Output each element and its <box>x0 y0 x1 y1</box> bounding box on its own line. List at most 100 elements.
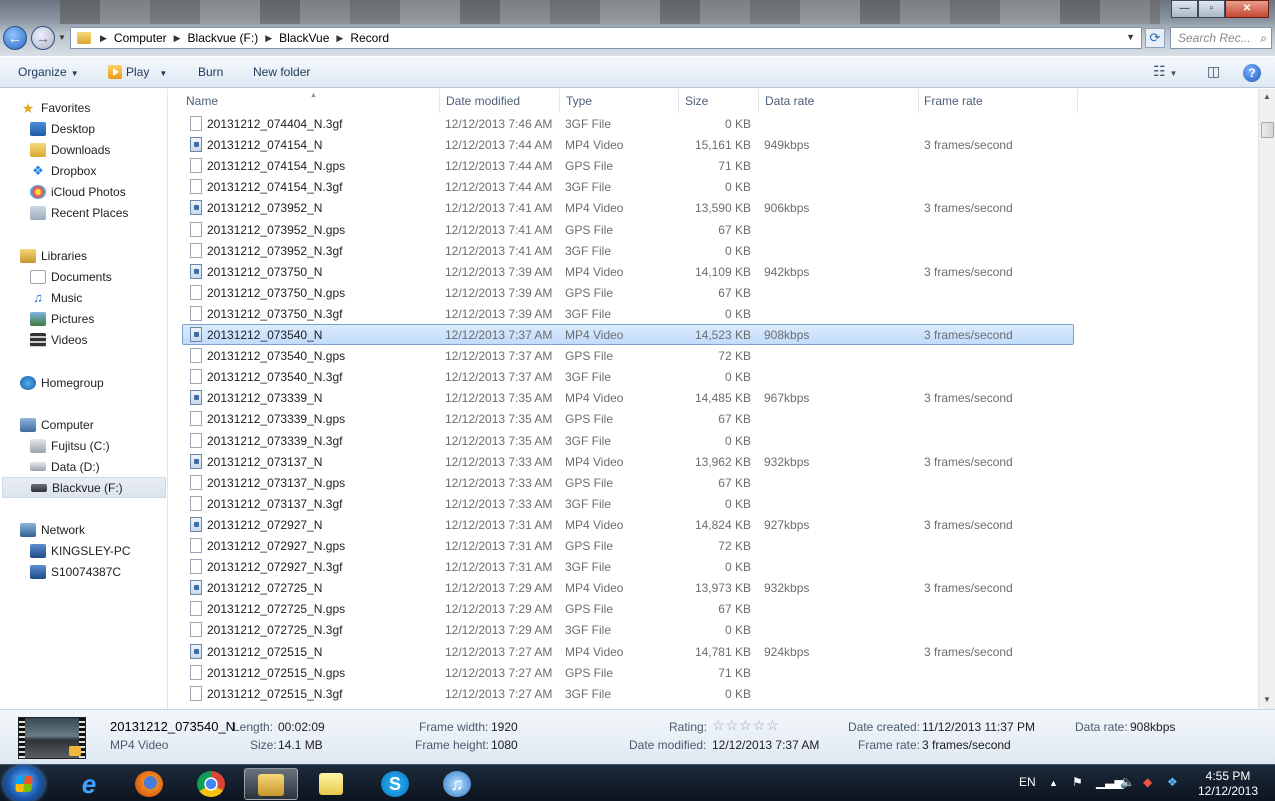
nav-fujitsu-drive[interactable]: Fujitsu (C:) <box>30 435 110 456</box>
nav-dropbox[interactable]: ❖ Dropbox <box>30 160 96 181</box>
column-header-data-rate[interactable]: Data rate <box>765 94 814 112</box>
file-name[interactable]: 20131212_073952_N.3gf <box>207 244 342 258</box>
table-row[interactable]: 20131212_073750_N.3gf 12/12/2013 7:39 AM 3… <box>182 303 1258 324</box>
taskbar-sticky-notes[interactable] <box>306 768 360 800</box>
breadcrumb-blackvue-folder[interactable]: BlackVue <box>275 31 333 45</box>
back-button[interactable]: ← <box>3 26 27 50</box>
table-row[interactable]: 20131212_073952_N.gps 12/12/2013 7:41 AM G… <box>182 219 1258 240</box>
scroll-down-icon[interactable]: ▼ <box>1263 695 1271 704</box>
search-input[interactable]: Search Rec... ⌕ <box>1170 27 1272 49</box>
table-row[interactable]: 20131212_072725_N.3gf 12/12/2013 7:29 AM 3… <box>182 619 1258 640</box>
file-name[interactable]: 20131212_073750_N.gps <box>207 286 345 300</box>
table-row[interactable]: 20131212_072927_N.gps 12/12/2013 7:31 AM G… <box>182 535 1258 556</box>
table-row[interactable]: 20131212_072515_N 12/12/2013 7:27 AM MP4 V… <box>182 641 1258 662</box>
breadcrumb-computer[interactable]: Computer <box>110 31 171 45</box>
file-name[interactable]: 20131212_073339_N <box>207 391 322 405</box>
file-name[interactable]: 20131212_073750_N <box>207 265 322 279</box>
file-name[interactable]: 20131212_073137_N.3gf <box>207 497 342 511</box>
close-button[interactable]: ✕ <box>1225 0 1269 18</box>
scrollbar-thumb[interactable] <box>1261 122 1274 138</box>
file-name[interactable]: 20131212_072725_N.gps <box>207 602 345 616</box>
breadcrumb-record[interactable]: Record <box>346 31 393 45</box>
column-divider[interactable] <box>1077 89 1078 113</box>
table-row[interactable]: 20131212_074154_N.3gf 12/12/2013 7:44 AM 3… <box>182 176 1258 197</box>
new-folder-button[interactable]: New folder <box>253 65 310 79</box>
organize-button[interactable]: Organize ▼ <box>18 65 79 79</box>
nav-icloud-photos[interactable]: iCloud Photos <box>30 181 126 202</box>
table-row[interactable]: 20131212_073339_N 12/12/2013 7:35 AM MP4 V… <box>182 387 1258 408</box>
file-name[interactable]: 20131212_072725_N.3gf <box>207 623 342 637</box>
file-name[interactable]: 20131212_074404_N.3gf <box>207 117 342 131</box>
vertical-scrollbar[interactable]: ▲ ▼ <box>1258 89 1275 709</box>
file-name[interactable]: 20131212_073540_N <box>207 328 322 342</box>
file-name[interactable]: 20131212_072725_N <box>207 581 322 595</box>
table-row[interactable]: 20131212_072725_N.gps 12/12/2013 7:29 AM G… <box>182 598 1258 619</box>
taskbar-internet-explorer[interactable]: e <box>62 768 116 800</box>
show-hidden-icons[interactable]: ▲ <box>1049 778 1058 788</box>
table-row[interactable]: 20131212_072725_N 12/12/2013 7:29 AM MP4 V… <box>182 577 1258 598</box>
nav-pictures[interactable]: Pictures <box>30 308 94 329</box>
taskbar-firefox[interactable] <box>122 768 176 800</box>
language-indicator[interactable]: EN <box>1019 775 1036 789</box>
action-center-flag-icon[interactable]: ⚑ <box>1072 775 1083 789</box>
table-row[interactable]: 20131212_073137_N.3gf 12/12/2013 7:33 AM 3… <box>182 493 1258 514</box>
chevron-down-icon[interactable]: ▼ <box>1126 32 1135 42</box>
column-header-type[interactable]: Type <box>566 94 592 112</box>
file-name[interactable]: 20131212_073137_N <box>207 455 322 469</box>
nav-downloads[interactable]: Downloads <box>30 139 110 160</box>
taskbar-windows-explorer[interactable] <box>244 768 298 800</box>
address-bar[interactable]: ▶ Computer ▶ Blackvue (F:) ▶ BlackVue ▶ … <box>70 27 1142 49</box>
nav-documents[interactable]: Documents <box>30 266 112 287</box>
breadcrumb-blackvue-drive[interactable]: Blackvue (F:) <box>184 31 263 45</box>
column-header-name[interactable]: ▲ Name <box>186 92 436 112</box>
column-header-frame-rate[interactable]: Frame rate <box>924 94 983 112</box>
column-divider[interactable] <box>439 89 440 113</box>
table-row[interactable]: 20131212_073952_N 12/12/2013 7:41 AM MP4 V… <box>182 197 1258 218</box>
file-name[interactable]: 20131212_072515_N.gps <box>207 666 345 680</box>
file-name[interactable]: 20131212_073952_N <box>207 201 322 215</box>
date-created-value[interactable]: 11/12/2013 11:37 PM <box>922 720 1035 734</box>
table-row[interactable]: 20131212_072927_N.3gf 12/12/2013 7:31 AM 3… <box>182 556 1258 577</box>
column-header-date[interactable]: Date modified <box>446 94 520 112</box>
file-name[interactable]: 20131212_073750_N.3gf <box>207 307 342 321</box>
maximize-button[interactable]: ▫ <box>1198 0 1225 18</box>
table-row[interactable]: 20131212_072515_N.3gf 12/12/2013 7:27 AM 3… <box>182 683 1258 704</box>
column-header-size[interactable]: Size <box>685 94 708 112</box>
table-row[interactable]: 20131212_073540_N.3gf 12/12/2013 7:37 AM 3… <box>182 366 1258 387</box>
file-name[interactable]: 20131212_074154_N <box>207 138 322 152</box>
change-view-button[interactable]: ☷ ▼ <box>1153 63 1177 80</box>
table-row[interactable]: 20131212_073339_N.3gf 12/12/2013 7:35 AM 3… <box>182 430 1258 451</box>
nav-computer[interactable]: Computer <box>20 414 94 435</box>
table-row[interactable]: 20131212_073540_N.gps 12/12/2013 7:37 AM G… <box>182 345 1258 366</box>
data-rate-value[interactable]: 908kbps <box>1130 720 1175 734</box>
table-row[interactable]: 20131212_073750_N 12/12/2013 7:39 AM MP4 V… <box>182 261 1258 282</box>
scroll-up-icon[interactable]: ▲ <box>1263 92 1271 101</box>
nav-homegroup[interactable]: Homegroup <box>20 372 104 393</box>
file-name[interactable]: 20131212_072515_N.3gf <box>207 687 342 701</box>
file-name[interactable]: 20131212_073540_N.3gf <box>207 370 342 384</box>
column-divider[interactable] <box>559 89 560 113</box>
chevron-right-icon[interactable]: ▶ <box>333 33 346 44</box>
column-divider[interactable] <box>918 89 919 113</box>
play-button[interactable]: Play ▼ <box>108 65 167 79</box>
nav-s10074387c[interactable]: S10074387C <box>30 561 121 582</box>
volume-icon[interactable]: 🔈 <box>1120 775 1135 789</box>
refresh-button[interactable]: ⟳ <box>1145 28 1165 48</box>
table-row[interactable]: 20131212_073137_N.gps 12/12/2013 7:33 AM G… <box>182 472 1258 493</box>
start-button[interactable] <box>4 766 44 801</box>
frame-width-value[interactable]: 1920 <box>491 720 518 734</box>
file-name[interactable]: 20131212_072927_N.3gf <box>207 560 342 574</box>
system-clock[interactable]: 4:55 PM 12/12/2013 <box>1188 769 1268 799</box>
table-row[interactable]: 20131212_074154_N 12/12/2013 7:44 AM MP4 V… <box>182 134 1258 155</box>
file-name[interactable]: 20131212_073339_N.3gf <box>207 434 342 448</box>
file-name[interactable]: 20131212_072927_N <box>207 518 322 532</box>
taskbar-itunes[interactable]: ♫ <box>430 768 484 800</box>
burn-button[interactable]: Burn <box>198 65 223 79</box>
nav-favorites[interactable]: ★ Favorites <box>20 97 91 118</box>
table-row[interactable]: 20131212_074154_N.gps 12/12/2013 7:44 AM G… <box>182 155 1258 176</box>
taskbar-skype[interactable]: S <box>368 768 422 800</box>
nav-blackvue-drive[interactable]: Blackvue (F:) <box>2 477 166 498</box>
table-row[interactable]: 20131212_072515_N.gps 12/12/2013 7:27 AM G… <box>182 662 1258 683</box>
length-value[interactable]: 00:02:09 <box>278 720 325 734</box>
nav-desktop[interactable]: Desktop <box>30 118 95 139</box>
